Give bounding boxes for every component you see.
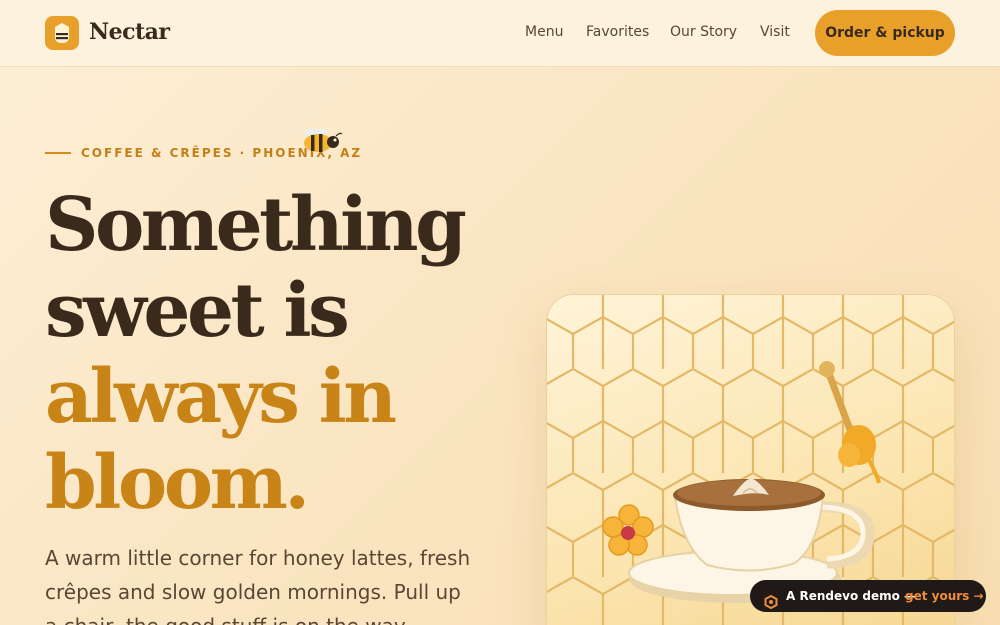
kicker-divider xyxy=(45,152,71,154)
brand-name[interactable]: Nectar xyxy=(89,19,170,45)
nav-link-menu[interactable]: Menu xyxy=(525,24,563,40)
nav-link-favorites[interactable]: Favorites xyxy=(586,24,649,40)
top-navbar: Nectar Menu Favorites Our Story Visit Or… xyxy=(0,0,1000,67)
nav-link-visit[interactable]: Visit xyxy=(760,24,790,40)
nav-link-our-story[interactable]: Our Story xyxy=(670,24,737,40)
headline-line-4: bloom. xyxy=(45,440,310,526)
order-pickup-button[interactable]: Order & pickup xyxy=(815,10,955,56)
headline-line-3: always in xyxy=(45,354,397,440)
headline-line-2: sweet is xyxy=(45,268,350,354)
badge-text: A Rendevo demo — xyxy=(786,589,917,603)
rendevo-logo-icon xyxy=(764,589,778,610)
bee-icon xyxy=(298,126,344,164)
badge-get-yours-link[interactable]: get yours → xyxy=(905,580,984,612)
headline-line-1: Something xyxy=(45,182,467,268)
nectar-logo-icon[interactable] xyxy=(45,16,79,50)
hero-lead-paragraph: A warm little corner for honey lattes, f… xyxy=(45,546,471,625)
honeycomb-coffee-illustration xyxy=(547,295,954,625)
hero-headline: Something sweet is always in bloom. xyxy=(45,182,467,526)
rendevo-demo-badge[interactable]: A Rendevo demo — get yours → xyxy=(750,580,986,612)
coffee-illustration-card xyxy=(546,294,955,625)
